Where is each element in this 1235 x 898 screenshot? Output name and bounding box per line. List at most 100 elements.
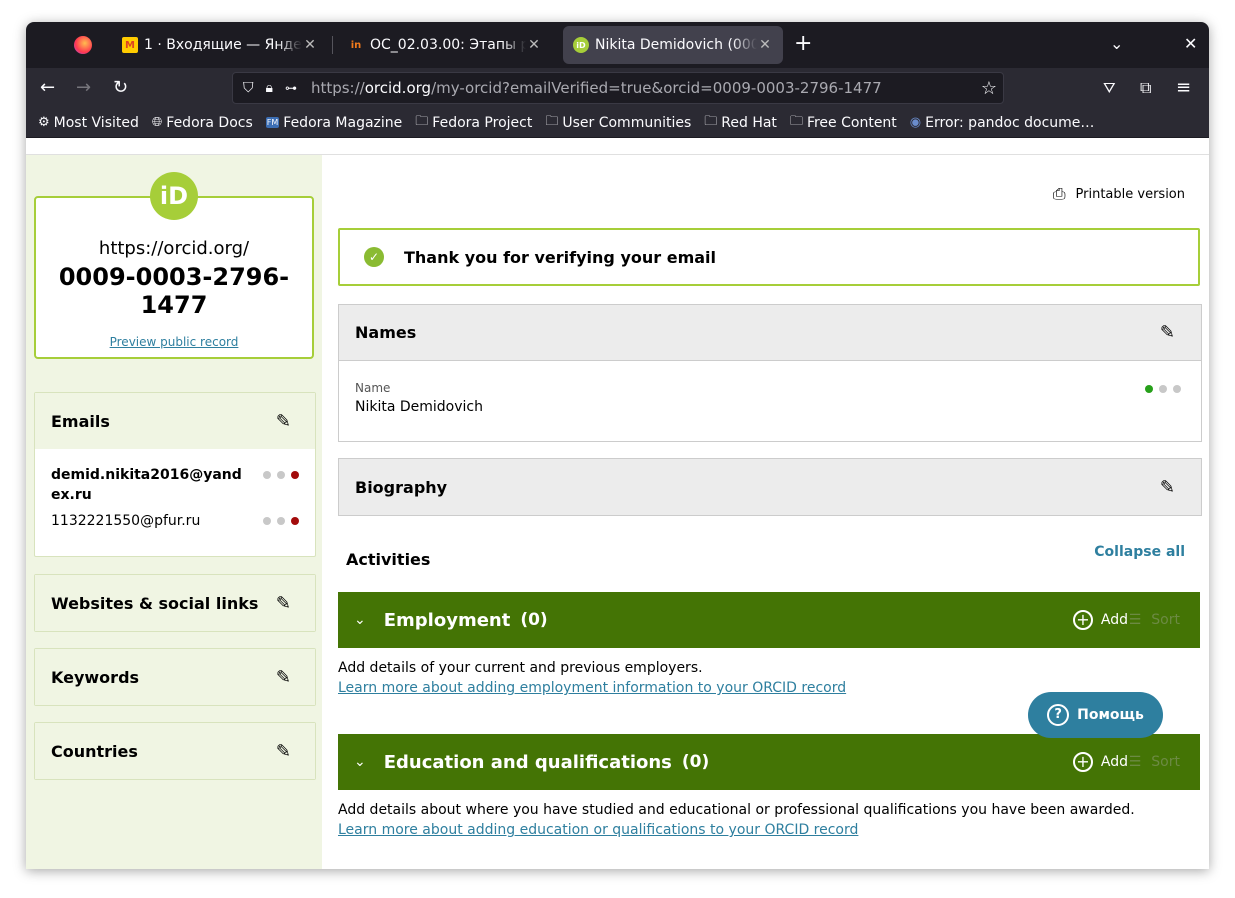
edit-websites-pencil-icon[interactable]: ✎ — [276, 593, 291, 614]
orcid-icon: iD — [573, 37, 589, 53]
orcid-id-card: https://orcid.org/ 0009-0003-2796-1477 P… — [34, 196, 314, 359]
plus-circle-icon: + — [1072, 610, 1093, 630]
employment-description: Add details of your current and previous… — [338, 660, 703, 676]
bookmark-fedora-docs[interactable]: 🌐︎ Fedora Docs — [152, 115, 253, 131]
orcid-logo-icon: iD — [150, 172, 198, 220]
lock-icon[interactable]: 🔒︎ — [266, 80, 273, 96]
section-count: (0) — [520, 610, 548, 630]
edit-countries-pencil-icon[interactable]: ✎ — [276, 741, 291, 762]
sort-employment-button[interactable]: ☰ Sort — [1129, 612, 1180, 628]
printer-icon: ⎙ — [1052, 184, 1066, 203]
nav-bar: ← → ↻ ⛉ 🔒︎ ⊶ https://orcid.org/my-orcid?… — [26, 68, 1209, 108]
shield-icon[interactable]: ⛉ — [243, 80, 254, 96]
permissions-icon[interactable]: ⊶ — [285, 81, 297, 95]
browser-window: M 1 · Входящие — Яндекс Почта ✕ in ОС_02… — [26, 22, 1209, 869]
visibility-indicator[interactable] — [1137, 385, 1181, 393]
email-item: 1132221550@pfur.ru — [35, 513, 315, 529]
names-header: Names ✎ — [339, 305, 1201, 361]
section-count: (0) — [681, 752, 710, 772]
edit-biography-pencil-icon[interactable]: ✎ — [1160, 477, 1175, 498]
biography-header: Biography ✎ — [339, 459, 1201, 515]
countries-title: Countries — [51, 741, 138, 761]
education-section-header[interactable]: ⌄ Education and qualifications (0) + Add … — [338, 734, 1200, 790]
names-panel: Names ✎ Name Nikita Demidovich — [338, 304, 1202, 442]
list-all-tabs-icon[interactable]: ⌄ — [1110, 34, 1123, 53]
bookmark-fedora-magazine[interactable]: FM Fedora Magazine — [265, 115, 402, 131]
activities-heading: Activities — [346, 550, 431, 569]
employment-section-header[interactable]: ⌄ Employment (0) + Add ☰ Sort — [338, 592, 1200, 648]
plus-circle-icon: + — [1072, 752, 1093, 772]
address-bar[interactable]: ⛉ 🔒︎ ⊶ https://orcid.org/my-orcid?emailV… — [232, 72, 1004, 104]
new-tab-icon[interactable]: + — [794, 33, 812, 55]
edit-emails-pencil-icon[interactable]: ✎ — [276, 411, 291, 432]
edit-keywords-pencil-icon[interactable]: ✎ — [276, 667, 291, 688]
preview-public-record-link[interactable]: Preview public record — [110, 335, 239, 349]
employment-learn-more-link[interactable]: Learn more about adding employment infor… — [338, 680, 846, 696]
folder-icon: 🗀 — [415, 113, 429, 129]
countries-header: Countries ✎ — [35, 723, 315, 779]
reload-icon[interactable]: ↻ — [113, 77, 128, 99]
tab-os-course[interactable]: in ОС_02.03.00: Этапы реализации ✕ — [338, 26, 552, 64]
add-employment-button[interactable]: + Add — [1072, 610, 1128, 630]
folder-icon: 🗀 — [704, 113, 718, 129]
globe-icon: 🌐︎ — [151, 115, 163, 130]
collapse-all-button[interactable]: Collapse all — [1094, 544, 1185, 560]
mail-icon: M — [122, 37, 138, 53]
names-title: Names — [355, 323, 417, 342]
bookmarks-toolbar: ⚙ Most Visited 🌐︎ Fedora Docs FM Fedora Mag… — [26, 108, 1209, 138]
menu-icon[interactable]: ≡ — [1176, 77, 1191, 99]
extensions-icon[interactable]: ⧉ — [1140, 77, 1151, 99]
tab-yandex-mail[interactable]: M 1 · Входящие — Яндекс Почта ✕ — [112, 26, 328, 64]
close-tab-icon[interactable]: ✕ — [302, 37, 318, 53]
education-learn-more-link[interactable]: Learn more about adding education or qua… — [338, 822, 858, 838]
close-tab-icon[interactable]: ✕ — [526, 37, 542, 53]
tab-title: Nikita Demidovich (0009-0003-2796-1477) — [595, 37, 757, 53]
email-address: demid.nikita2016@yandex.ru — [51, 467, 242, 503]
keywords-header: Keywords ✎ — [35, 649, 315, 705]
close-tab-icon[interactable]: ✕ — [757, 37, 773, 53]
keywords-title: Keywords — [51, 667, 140, 687]
bookmark-star-icon[interactable]: ☆ — [981, 78, 997, 99]
verification-message: Thank you for verifying your email — [404, 247, 717, 267]
bookmark-most-visited[interactable]: ⚙ Most Visited — [38, 115, 139, 131]
pocket-icon[interactable]: ⛛ — [1103, 77, 1116, 99]
folder-icon: 🗀 — [789, 113, 803, 129]
printable-version-button[interactable]: ⎙ Printable version — [1053, 184, 1185, 204]
question-icon: ? — [1047, 704, 1070, 726]
visibility-indicator[interactable] — [255, 513, 299, 529]
page-icon: ◉ — [909, 115, 922, 130]
edit-names-pencil-icon[interactable]: ✎ — [1160, 322, 1175, 343]
forward-icon[interactable]: → — [76, 77, 91, 99]
tab-orcid[interactable]: iD Nikita Demidovich (0009-0003-2796-147… — [563, 26, 783, 64]
chevron-down-icon[interactable]: ⌄ — [354, 612, 366, 628]
verified-check-icon: ✓ — [364, 247, 384, 267]
orcid-id: 0009-0003-2796-1477 — [58, 263, 290, 319]
window-close-icon[interactable]: ✕ — [1184, 34, 1197, 53]
emails-title: Emails — [51, 411, 110, 431]
back-icon[interactable]: ← — [40, 77, 55, 99]
page-content: iD https://orcid.org/ 0009-0003-2796-147… — [26, 139, 1209, 869]
visibility-indicator[interactable] — [255, 465, 299, 485]
bookmark-fedora-project[interactable]: 🗀 Fedora Project — [415, 112, 532, 134]
bookmark-pandoc-error[interactable]: ◉ Error: pandoc docume… — [910, 115, 1095, 131]
bookmark-user-communities[interactable]: 🗀 User Communities — [545, 112, 691, 134]
bookmark-free-content[interactable]: 🗀 Free Content — [790, 112, 897, 134]
tab-title: ОС_02.03.00: Этапы реализации — [370, 37, 526, 53]
help-button[interactable]: ? Помощь — [1028, 692, 1163, 738]
in-icon: in — [350, 39, 362, 51]
sort-education-button[interactable]: ☰ Sort — [1129, 754, 1180, 770]
section-title: Education and qualifications — [383, 751, 672, 773]
biography-panel: Biography ✎ — [338, 458, 1202, 516]
url-text[interactable]: https://orcid.org/my-orcid?emailVerified… — [311, 79, 882, 97]
folder-icon: 🗀 — [545, 113, 559, 129]
add-education-button[interactable]: + Add — [1072, 752, 1128, 772]
education-description: Add details about where you have studied… — [338, 802, 1135, 818]
name-entry: Name Nikita Demidovich — [339, 361, 1201, 441]
biography-title: Biography — [355, 477, 448, 497]
section-title: Employment — [383, 609, 511, 631]
bookmark-red-hat[interactable]: 🗀 Red Hat — [704, 112, 777, 134]
firefox-view-icon[interactable] — [74, 36, 92, 54]
websites-header: Websites & social links ✎ — [35, 575, 315, 631]
chevron-down-icon[interactable]: ⌄ — [354, 754, 366, 770]
keywords-panel: Keywords ✎ — [34, 648, 316, 706]
